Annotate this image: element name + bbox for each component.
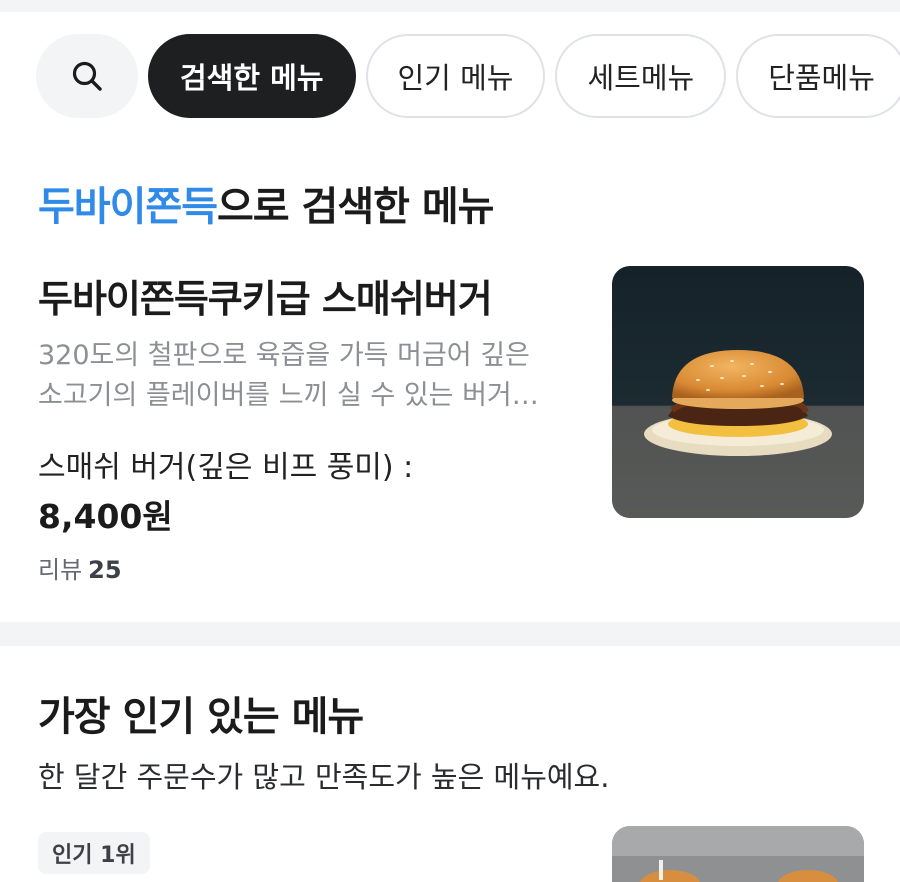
chip-set-menu[interactable]: 세트메뉴 [555,34,727,118]
menu-item-option: 스매쉬 버거(깊은 비프 풍미) : [38,450,414,485]
menu-item-review: 리뷰 25 [38,550,122,585]
top-strip [0,0,900,12]
menu-item-price: 8,400원 [38,497,173,536]
search-button[interactable] [36,34,138,118]
menu-item-description: 320도의 철판으로 육즙을 가득 머금어 깊은 소고기의 플레이버를 느끼 실… [38,336,586,416]
review-count: 25 [88,556,122,584]
menu-item-name[interactable]: 두바이쫀득쿠키급 스매쉬버거 [38,268,493,323]
burger-photo [612,266,864,518]
chip-single-menu[interactable]: 단품메뉴 [736,34,900,118]
popular-section-subtitle: 한 달간 주문수가 많고 만족도가 높은 메뉴예요. [38,760,610,794]
search-icon [72,61,102,91]
searched-section-title: 두바이쫀득으로 검색한 메뉴 [38,174,494,232]
popular-section-title: 가장 인기 있는 메뉴 [38,694,364,740]
menu-item-description-line: 소고기의 플레이버를 느끼 실 수 있는 버거… [38,380,539,411]
burger-photo [612,826,864,882]
menu-item-description-line: 320도의 철판으로 육즙을 가득 머금어 깊은 [38,340,530,371]
review-label: 리뷰 [38,556,83,584]
popular-rank-badge: 인기 1위 [38,832,150,874]
chip-popular-menu[interactable]: 인기 메뉴 [365,34,546,118]
searched-section-title-suffix: 으로 검색한 메뉴 [217,184,494,230]
filter-chip-bar: 검색한 메뉴 인기 메뉴 세트메뉴 단품메뉴 [36,34,900,118]
menu-item-thumbnail[interactable] [612,266,864,518]
chip-searched-menu[interactable]: 검색한 메뉴 [148,34,356,118]
popular-item-thumbnail[interactable] [612,826,864,882]
section-divider [0,622,900,646]
search-keyword: 두바이쫀득 [38,184,218,230]
